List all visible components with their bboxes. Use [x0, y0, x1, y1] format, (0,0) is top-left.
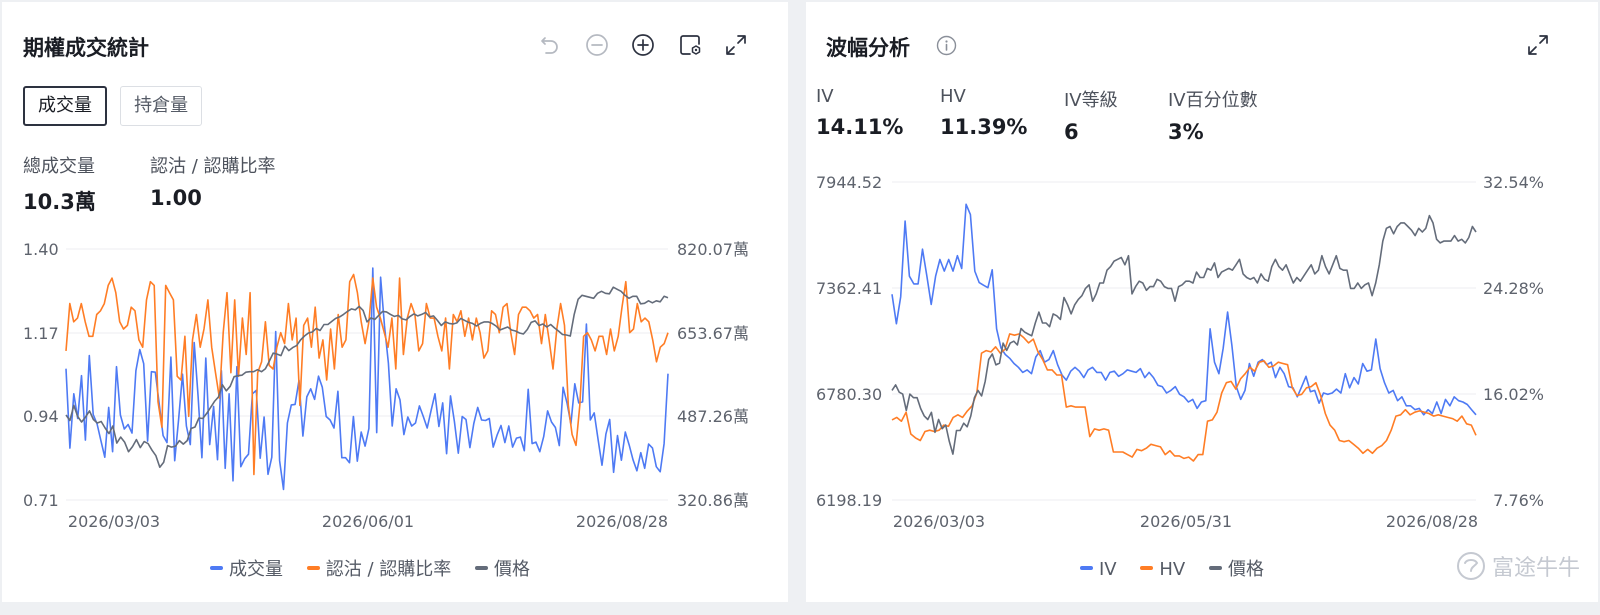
y-right-tick-label: 653.67萬	[677, 324, 749, 343]
y-left-tick-label: 1.40	[23, 240, 59, 259]
legend-item-price[interactable]: 價格	[474, 555, 530, 581]
x-tick-label: 2026/08/28	[576, 512, 668, 531]
y-right-tick-label: 487.26萬	[677, 407, 749, 426]
series-line[interactable]	[891, 214, 1477, 455]
y-right-tick-label: 320.86萬	[677, 491, 749, 510]
y-left-tick-label: 0.94	[23, 407, 59, 426]
y-left-tick-label: 6780.30	[816, 385, 882, 404]
volatility-panel: 波幅分析 IV 14.11% HV 11.39% IV等級 6 IV百分位數 3…	[806, 2, 1598, 602]
y-right-tick-label: 24.28%	[1483, 279, 1544, 298]
y-right-tick-label: 820.07萬	[677, 240, 749, 259]
series-line[interactable]	[891, 203, 1477, 416]
legend-label: HV	[1159, 559, 1186, 580]
legend-item-hv[interactable]: HV	[1140, 559, 1185, 580]
x-tick-label: 2026/08/28	[1386, 512, 1478, 531]
legend-item-iv[interactable]: IV	[1080, 559, 1117, 580]
legend-label: 認沽 / 認購比率	[325, 559, 452, 580]
futu-logo-icon	[1456, 552, 1485, 580]
volatility-chart[interactable]: 7944.52 7362.41 6780.30 6198.19 32.54% 24.28%…	[806, 2, 1598, 602]
y-right-tick-label: 32.54%	[1483, 173, 1544, 192]
x-tick-label: 2026/06/01	[322, 512, 414, 531]
x-tick-label: 2026/05/31	[1140, 512, 1232, 531]
x-tick-label: 2026/03/03	[893, 512, 985, 531]
legend-item-ratio[interactable]: 認沽 / 認購比率	[306, 555, 452, 581]
y-left-tick-label: 1.17	[23, 324, 59, 343]
legend-swatch	[474, 566, 488, 570]
legend-swatch	[1208, 566, 1222, 570]
volume-chart[interactable]: 1.40 1.17 0.94 0.71 820.07萬 653.67萬 487.26萬 320…	[2, 2, 788, 602]
legend-label: IV	[1099, 559, 1117, 580]
y-left-tick-label: 7362.41	[816, 279, 882, 298]
legend-swatch	[210, 566, 223, 570]
chart-legend: 成交量 認沽 / 認購比率 價格	[210, 555, 548, 581]
y-left-tick-label: 6198.19	[816, 491, 882, 510]
y-right-tick-label: 16.02%	[1483, 385, 1544, 404]
legend-label: 價格	[493, 559, 530, 580]
legend-swatch	[306, 566, 320, 570]
legend-label: 成交量	[229, 559, 283, 580]
watermark: 富途牛牛	[1456, 550, 1580, 582]
y-left-tick-label: 7944.52	[816, 173, 882, 192]
chart-legend: IV HV 價格	[1080, 555, 1282, 581]
x-tick-label: 2026/03/03	[68, 512, 160, 531]
options-volume-panel: 期權成交統計 成交量 持倉量 總成交量 10.3萬 認沽 / 認購比率 1.00…	[2, 2, 788, 602]
legend-swatch	[1140, 566, 1154, 570]
legend-item-price[interactable]: 價格	[1208, 555, 1264, 581]
y-right-tick-label: 7.76%	[1493, 491, 1544, 510]
y-left-tick-label: 0.71	[23, 491, 59, 510]
legend-label: 價格	[1227, 559, 1264, 580]
watermark-text: 富途牛牛	[1491, 556, 1580, 581]
legend-item-volume[interactable]: 成交量	[210, 555, 283, 581]
legend-swatch	[1080, 566, 1093, 570]
